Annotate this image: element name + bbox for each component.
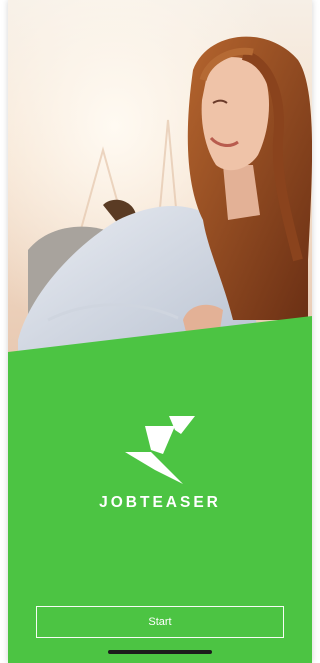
start-button[interactable]: Start <box>36 606 284 638</box>
brand-wordmark: JOBTEASER <box>99 494 221 511</box>
hero-photo <box>8 0 312 360</box>
brand-logo: JOBTEASER <box>8 412 312 512</box>
jobteaser-bolt-logo-icon <box>125 416 195 484</box>
home-indicator <box>108 650 212 654</box>
app-screen: JOBTEASER Start <box>8 0 312 663</box>
